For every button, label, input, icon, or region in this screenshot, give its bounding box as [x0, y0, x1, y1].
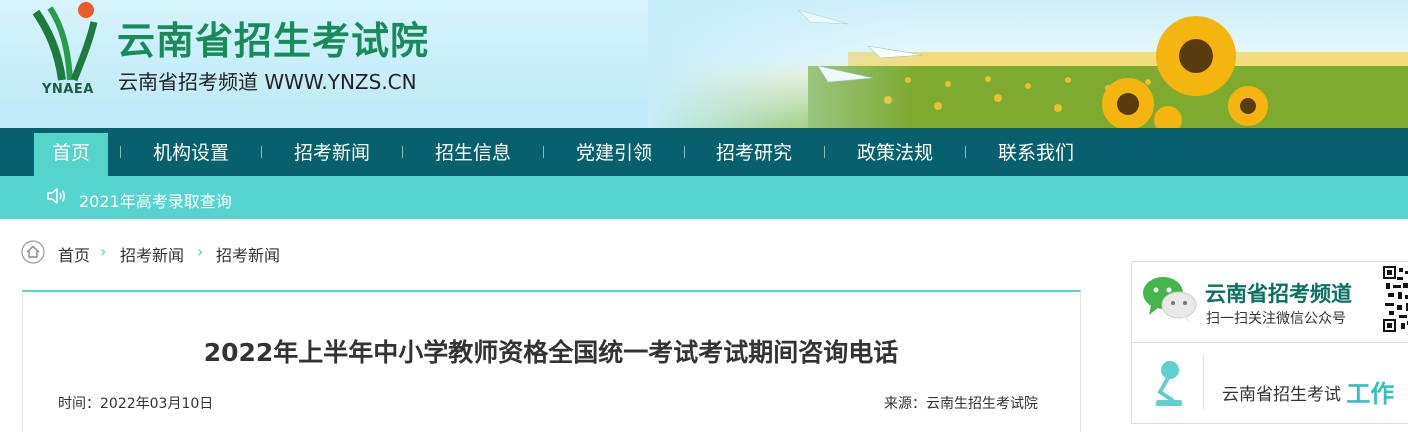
logo-icon [32, 2, 98, 82]
breadcrumb-separator: › [197, 242, 204, 261]
site-header: YNAEA 云南省招生考试院 云南省招考频道 WWW.YNZS.CN [0, 0, 1408, 128]
breadcrumb-separator: › [100, 242, 107, 261]
nav-item-exam-news[interactable]: 招考新闻 [294, 128, 370, 176]
breadcrumb-exam-news[interactable]: 招考新闻 [120, 242, 184, 266]
home-icon [21, 240, 45, 264]
logo-text: YNAEA [42, 82, 94, 97]
sidebar-divider [1203, 355, 1204, 410]
nav-divider [824, 146, 825, 158]
nav-item-contact[interactable]: 联系我们 [998, 128, 1074, 176]
work-card-accent: 工作 [1346, 380, 1395, 408]
nav-item-exam-research[interactable]: 招考研究 [716, 128, 792, 176]
wechat-icon [1143, 277, 1197, 323]
article-title: 2022年上半年中小学教师资格全国统一考试考试期间咨询电话 [203, 338, 899, 367]
nav-item-policies[interactable]: 政策法规 [857, 128, 933, 176]
nav-divider [402, 146, 403, 158]
breadcrumb-home[interactable]: 首页 [58, 242, 90, 266]
nav-item-home[interactable]: 首页 [34, 133, 109, 176]
nav-divider [965, 146, 966, 158]
wechat-title: 云南省招考频道 [1205, 282, 1352, 306]
nav-divider [120, 146, 121, 158]
nav-divider [261, 146, 262, 158]
site-title[interactable]: 云南省招生考试院 [117, 10, 429, 65]
work-card-label: 云南省招生考试 工作 [1222, 372, 1395, 408]
nav-divider [684, 146, 685, 158]
site-subtitle: 云南省招考频道 WWW.YNZS.CN [118, 70, 417, 94]
main-nav: 首页 机构设置 招考新闻 招生信息 党建引领 招考研究 政策法规 联系我们 [0, 128, 1408, 176]
nav-divider [543, 146, 544, 158]
article-time: 时间：2022年03月10日 [58, 396, 214, 412]
notice-link[interactable]: 2021年高考录取查询 [79, 188, 232, 212]
qr-code-icon [1383, 265, 1408, 335]
article-source: 来源：云南生招生考试院 [884, 396, 1038, 412]
speaker-icon [47, 188, 65, 204]
nav-item-organization[interactable]: 机构设置 [153, 128, 229, 176]
nav-item-party-building[interactable]: 党建引领 [576, 128, 652, 176]
work-card-text: 云南省招生考试 [1222, 385, 1341, 405]
breadcrumb-current[interactable]: 招考新闻 [216, 242, 280, 266]
desk-lamp-icon [1156, 361, 1182, 406]
wechat-subtitle: 扫一扫关注微信公众号 [1206, 311, 1346, 327]
nav-item-admission-info[interactable]: 招生信息 [435, 128, 511, 176]
banner-sunflower-field-image [648, 0, 1408, 128]
